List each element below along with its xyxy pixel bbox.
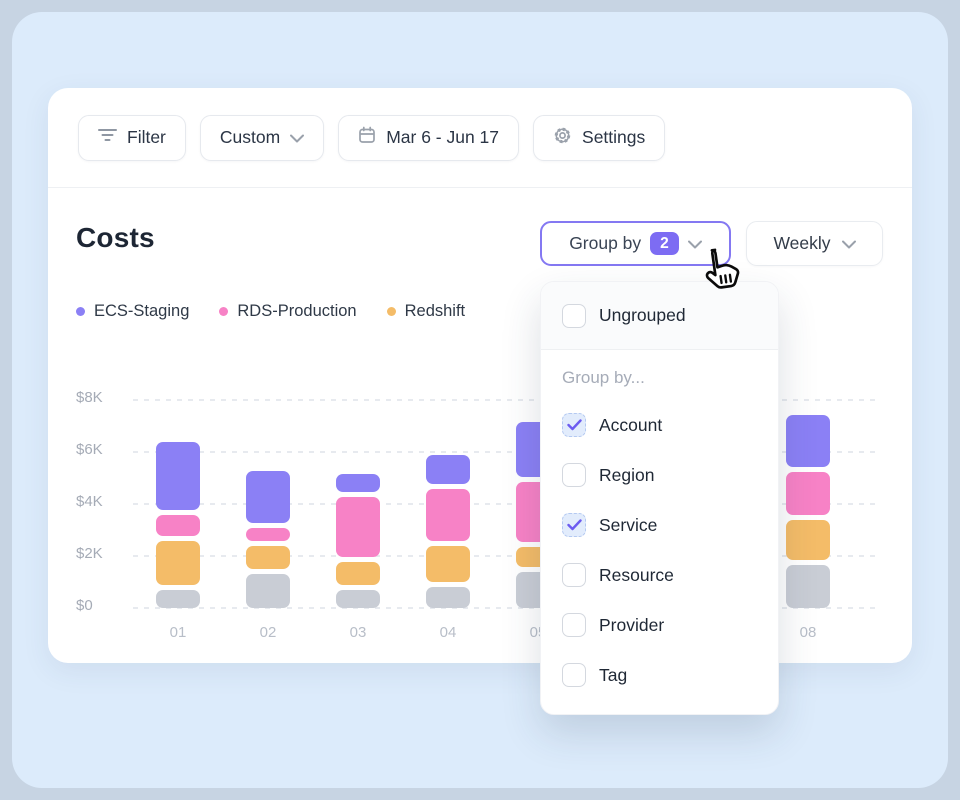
bar-segment[interactable] — [246, 546, 290, 569]
legend-item-label: ECS-Staging — [94, 302, 189, 321]
region-checkbox[interactable] — [562, 463, 586, 487]
group-by-button[interactable]: Group by 2 — [540, 221, 731, 266]
dropdown-option-service[interactable]: Service — [562, 500, 757, 550]
date-range-label: Mar 6 - Jun 17 — [386, 127, 499, 148]
bar-segment[interactable] — [336, 474, 380, 492]
bar-segment[interactable] — [336, 562, 380, 585]
bar-segment[interactable] — [786, 415, 830, 467]
ungrouped-checkbox[interactable] — [562, 304, 586, 328]
bar-segment[interactable] — [786, 520, 830, 560]
filter-icon — [98, 127, 117, 148]
bar-segment[interactable] — [246, 528, 290, 541]
dropdown-option-account[interactable]: Account — [562, 400, 757, 450]
bar-segment[interactable] — [336, 497, 380, 557]
chevron-down-icon — [688, 233, 702, 254]
bar-segment[interactable] — [156, 442, 200, 510]
bar-segment[interactable] — [426, 587, 470, 608]
legend-item-label: RDS-Production — [237, 302, 356, 321]
group-by-count-badge: 2 — [650, 232, 679, 256]
legend-item[interactable]: RDS-Production — [219, 302, 356, 321]
bar-segment[interactable] — [426, 546, 470, 582]
custom-dropdown-label: Custom — [220, 127, 280, 148]
tag-checkbox[interactable] — [562, 663, 586, 687]
dropdown-option-label: Resource — [599, 565, 674, 586]
provider-checkbox[interactable] — [562, 613, 586, 637]
service-checkbox[interactable] — [562, 513, 586, 537]
dropdown-option-label: Provider — [599, 615, 664, 636]
dropdown-option-label: Region — [599, 465, 654, 486]
stacked-bar-03[interactable] — [336, 474, 380, 608]
y-axis-tick-label: $8K — [48, 389, 108, 406]
custom-dropdown-button[interactable]: Custom — [200, 115, 324, 161]
stacked-bar-04[interactable] — [426, 455, 470, 608]
dropdown-option-label: Service — [599, 515, 657, 536]
legend-dot-icon — [219, 307, 228, 316]
settings-button[interactable]: Settings — [533, 115, 665, 161]
stacked-bar-01[interactable] — [156, 442, 200, 608]
y-axis-tick-label: $6K — [48, 441, 108, 458]
y-axis-tick-label: $2K — [48, 545, 108, 562]
screen: Filter Custom Mar 6 - Jun 17 Settings — [0, 0, 960, 800]
group-by-dropdown-menu: Ungrouped Group by... Account Region Servi… — [540, 281, 779, 715]
gear-icon — [553, 126, 572, 150]
bar-segment[interactable] — [246, 574, 290, 608]
y-axis-tick-label: $0 — [48, 597, 108, 614]
bar-segment[interactable] — [156, 515, 200, 536]
legend-item-label: Redshift — [405, 302, 466, 321]
bar-segment[interactable] — [426, 455, 470, 484]
stacked-bar-02[interactable] — [246, 471, 290, 608]
chevron-down-icon — [290, 127, 304, 148]
group-by-label: Group by — [569, 233, 641, 254]
dropdown-option-ungrouped[interactable]: Ungrouped — [541, 282, 778, 350]
bar-segment[interactable] — [156, 590, 200, 608]
interval-dropdown-button[interactable]: Weekly — [746, 221, 883, 266]
legend-item[interactable]: Redshift — [387, 302, 466, 321]
date-range-button[interactable]: Mar 6 - Jun 17 — [338, 115, 519, 161]
account-checkbox[interactable] — [562, 413, 586, 437]
dropdown-options-section: Group by... Account Region Service Resource… — [541, 350, 778, 714]
x-axis-tick-label: 02 — [238, 624, 298, 641]
legend-item[interactable]: ECS-Staging — [76, 302, 189, 321]
page-title: Costs — [76, 222, 155, 254]
chart-legend: ECS-Staging RDS-Production Redshift — [76, 302, 465, 321]
y-axis-tick-label: $4K — [48, 493, 108, 510]
filter-button-label: Filter — [127, 127, 166, 148]
chevron-down-icon — [842, 233, 856, 254]
dropdown-option-provider[interactable]: Provider — [562, 600, 757, 650]
dropdown-section-label: Group by... — [562, 368, 757, 388]
legend-dot-icon — [76, 307, 85, 316]
bar-segment[interactable] — [426, 489, 470, 541]
x-axis-tick-label: 03 — [328, 624, 388, 641]
costs-panel: Filter Custom Mar 6 - Jun 17 Settings — [48, 88, 912, 663]
resource-checkbox[interactable] — [562, 563, 586, 587]
bar-segment[interactable] — [156, 541, 200, 585]
x-axis-tick-label: 01 — [148, 624, 208, 641]
dropdown-option-tag[interactable]: Tag — [562, 650, 757, 700]
bar-segment[interactable] — [336, 590, 380, 608]
legend-dot-icon — [387, 307, 396, 316]
ungrouped-label: Ungrouped — [599, 305, 686, 326]
dropdown-option-label: Account — [599, 415, 662, 436]
calendar-icon — [358, 126, 376, 149]
interval-label: Weekly — [773, 233, 830, 254]
x-axis-tick-label: 04 — [418, 624, 478, 641]
dropdown-option-label: Tag — [599, 665, 627, 686]
dropdown-option-region[interactable]: Region — [562, 450, 757, 500]
dropdown-option-resource[interactable]: Resource — [562, 550, 757, 600]
settings-button-label: Settings — [582, 127, 645, 148]
bar-segment[interactable] — [786, 472, 830, 515]
bar-segment[interactable] — [246, 471, 290, 523]
x-axis-tick-label: 08 — [778, 624, 838, 641]
stacked-bar-08[interactable] — [786, 415, 830, 608]
bar-segment[interactable] — [786, 565, 830, 608]
filter-button[interactable]: Filter — [78, 115, 186, 161]
toolbar: Filter Custom Mar 6 - Jun 17 Settings — [48, 88, 912, 188]
stacked-bar-chart: $0$2K$4K$6K$8K0102030405060708 — [48, 358, 912, 658]
